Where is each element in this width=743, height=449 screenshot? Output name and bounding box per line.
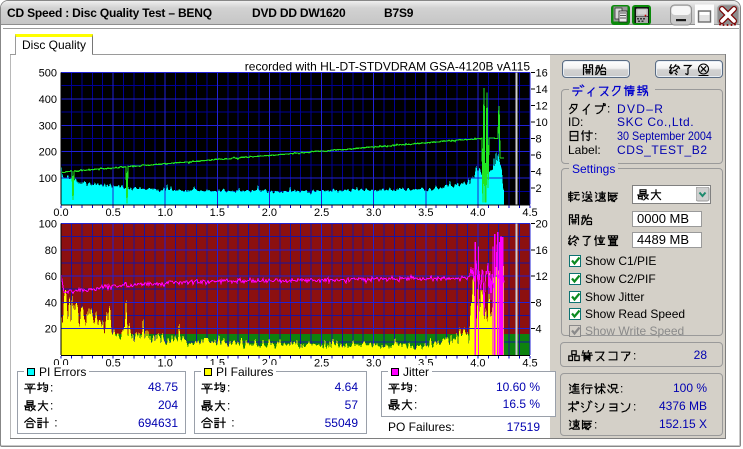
svg-text:8: 8 (536, 134, 542, 146)
svg-text:300: 300 (39, 120, 57, 132)
svg-text::: : (54, 416, 57, 430)
svg-text:100: 100 (39, 173, 57, 185)
svg-text:40: 40 (45, 297, 57, 309)
svg-text::: : (594, 418, 597, 432)
svg-text:0.0: 0.0 (53, 207, 68, 219)
svg-text:0.5: 0.5 (105, 207, 120, 219)
svg-text:1.0: 1.0 (158, 207, 173, 219)
svg-text:0.5: 0.5 (105, 358, 120, 370)
svg-text:400: 400 (39, 94, 57, 106)
svg-text:1.0: 1.0 (158, 358, 173, 370)
svg-text:14: 14 (536, 84, 548, 96)
svg-text:100: 100 (39, 219, 57, 231)
svg-text:16: 16 (536, 68, 548, 80)
svg-text:2: 2 (536, 183, 542, 195)
svg-text:3.0: 3.0 (366, 358, 381, 370)
svg-text:3.5: 3.5 (418, 207, 433, 219)
svg-text:60: 60 (45, 271, 57, 283)
svg-text:16: 16 (536, 245, 548, 257)
svg-text:8: 8 (536, 297, 542, 309)
svg-text::: : (414, 398, 417, 412)
svg-text::: : (414, 381, 417, 395)
svg-text::: : (607, 102, 610, 116)
svg-text:4.5: 4.5 (522, 358, 537, 370)
svg-text:6: 6 (536, 150, 542, 162)
svg-text:20: 20 (45, 324, 57, 336)
svg-text:2.0: 2.0 (262, 207, 277, 219)
svg-text:2.5: 2.5 (314, 358, 329, 370)
svg-text::: : (50, 399, 53, 413)
svg-text:12: 12 (536, 271, 548, 283)
svg-text:recorded with HL-DT-STDVDRAM G: recorded with HL-DT-STDVDRAM GSA-4120B v… (245, 60, 531, 74)
svg-text:200: 200 (39, 147, 57, 159)
svg-text:3.0: 3.0 (366, 207, 381, 219)
svg-text::: : (227, 399, 230, 413)
svg-text::: : (633, 349, 636, 363)
svg-text::: : (594, 129, 597, 143)
svg-text::: : (227, 381, 230, 395)
svg-text:80: 80 (45, 245, 57, 257)
svg-text:10: 10 (536, 117, 548, 129)
svg-text::: : (50, 381, 53, 395)
svg-text:4.0: 4.0 (470, 207, 485, 219)
svg-text:500: 500 (39, 68, 57, 80)
svg-text:20: 20 (536, 219, 548, 231)
svg-text:4.0: 4.0 (470, 358, 485, 370)
svg-text:2.5: 2.5 (314, 207, 329, 219)
svg-text:1.5: 1.5 (210, 207, 225, 219)
svg-text:12: 12 (536, 101, 548, 113)
svg-text::: : (231, 416, 234, 430)
svg-text:4: 4 (536, 167, 542, 179)
svg-text:4: 4 (536, 324, 542, 336)
svg-text:4.5: 4.5 (522, 207, 537, 219)
